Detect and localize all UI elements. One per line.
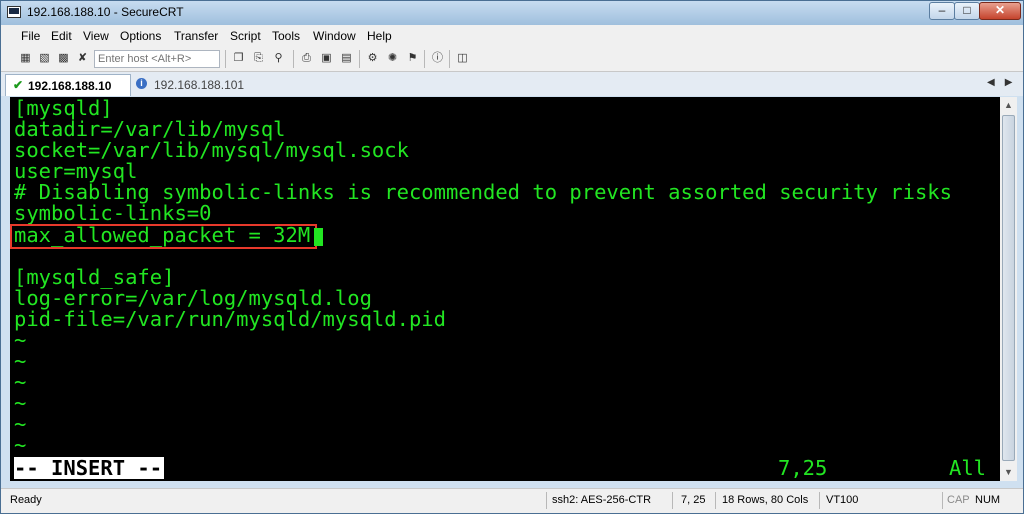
terminal-line: ~ (14, 412, 27, 436)
terminal-line: [mysqld_safe] (14, 265, 175, 289)
toolbar-separator (424, 50, 425, 68)
status-caps: CAP (947, 494, 970, 506)
menu-options[interactable]: Options (120, 29, 161, 43)
terminal-line: # Disabling symbolic-links is recommende… (14, 180, 952, 204)
window-title: 192.168.188.10 - SecureCRT (27, 5, 184, 19)
terminal-line: ~ (14, 391, 27, 415)
scroll-down-icon[interactable]: ▼ (1000, 464, 1017, 481)
status-cipher: ssh2: AES-256-CTR (552, 494, 652, 506)
terminal-line: ~ (14, 349, 27, 373)
status-position: 7, 25 (681, 494, 706, 506)
status-divider (672, 492, 673, 509)
app-window: 192.168.188.10 - SecureCRT – □ ✕ File Ed… (0, 0, 1024, 514)
toolbar-separator (359, 50, 360, 68)
menu-transfer[interactable]: Transfer (174, 29, 218, 43)
tab-label: 192.168.188.101 (154, 78, 245, 92)
tab-label: 192.168.188.10 (28, 79, 112, 93)
log-session-icon[interactable]: ▤ (339, 51, 354, 66)
scroll-up-icon[interactable]: ▲ (1000, 97, 1017, 114)
screen-icon[interactable]: ◫ (455, 51, 470, 66)
menu-file[interactable]: File (21, 29, 40, 43)
terminal-line: ~ (14, 433, 27, 457)
status-num: NUM (975, 494, 1001, 506)
terminal-cursor (314, 228, 323, 246)
connect-tab-icon[interactable]: ▩ (56, 51, 71, 66)
terminal-line: socket=/var/lib/mysql/mysql.sock (14, 138, 409, 162)
disconnect-icon[interactable]: ✘ (75, 51, 90, 66)
print-icon[interactable]: ⎙ (299, 51, 314, 66)
vim-mode-indicator: -- INSERT -- (14, 456, 165, 480)
status-emulation: VT100 (826, 494, 859, 506)
terminal-line: log-error=/var/log/mysqld.log (14, 286, 372, 310)
vim-cursor-position: 7,25 (778, 456, 828, 480)
menu-view[interactable]: View (83, 29, 109, 43)
status-size: 18 Rows, 80 Cols (722, 494, 809, 506)
tab-scroll-arrows-icon[interactable]: ◀▶ (987, 77, 1022, 88)
terminal-line: ~ (14, 328, 27, 352)
terminal-line: symbolic-links=0 (14, 201, 212, 225)
terminal-line: datadir=/var/lib/mysql (14, 117, 286, 141)
terminal-line: pid-file=/var/run/mysqld/mysqld.pid (14, 307, 446, 331)
menu-edit[interactable]: Edit (51, 29, 72, 43)
securecrt-app-icon (7, 6, 21, 18)
connect-icon[interactable]: ▦ (18, 51, 33, 66)
print-setup-icon[interactable]: ▣ (319, 51, 334, 66)
menu-script[interactable]: Script (230, 29, 261, 43)
menu-help[interactable]: Help (367, 29, 392, 43)
copy-icon[interactable]: ❐ (231, 51, 246, 66)
toolbar-separator (225, 50, 226, 68)
check-icon: ✔ (13, 78, 24, 92)
menu-window[interactable]: Window (313, 29, 356, 43)
help-icon[interactable]: ⓘ (430, 51, 445, 66)
highlight-annotation (10, 224, 317, 249)
keymap-icon[interactable]: ⚑ (405, 51, 420, 66)
status-divider (715, 492, 716, 509)
maximize-button[interactable]: □ (954, 2, 980, 20)
quick-connect-icon[interactable]: ▧ (37, 51, 52, 66)
session-tab-bar: ✔ 192.168.188.10 i 192.168.188.101 ◀▶ (1, 72, 1023, 96)
toolbar: ▦ ▧ ▩ ✘ ❐ ⎘ ⚲ ⎙ ▣ ▤ ⚙ ✺ ⚑ ⓘ ◫ (1, 47, 1023, 72)
status-bar: Ready ssh2: AES-256-CTR 7, 25 18 Rows, 8… (1, 488, 1023, 513)
global-options-icon[interactable]: ✺ (385, 51, 400, 66)
paste-icon[interactable]: ⎘ (251, 51, 266, 66)
close-button[interactable]: ✕ (979, 2, 1021, 20)
toolbar-separator (293, 50, 294, 68)
menu-bar: File Edit View Options Transfer Script T… (1, 25, 1023, 47)
terminal-line: user=mysql (14, 159, 138, 183)
terminal-screen[interactable]: [mysqld] datadir=/var/lib/mysql socket=/… (10, 97, 1000, 481)
tab-session-192-168-188-10[interactable]: ✔ 192.168.188.10 (5, 74, 131, 96)
vim-scroll-indicator: All (949, 456, 987, 480)
find-icon[interactable]: ⚲ (271, 51, 286, 66)
status-divider (819, 492, 820, 509)
menu-tools[interactable]: Tools (272, 29, 300, 43)
vertical-scrollbar[interactable]: ▲ ▼ (1000, 97, 1017, 481)
session-options-icon[interactable]: ⚙ (365, 51, 380, 66)
info-icon: i (136, 78, 147, 89)
tab-session-192-168-188-101[interactable]: i 192.168.188.101 (132, 74, 252, 96)
status-divider (942, 492, 943, 509)
host-input[interactable] (94, 50, 220, 68)
status-ready: Ready (10, 494, 42, 506)
scroll-thumb[interactable] (1002, 115, 1015, 461)
terminal-line: [mysqld] (14, 97, 113, 120)
toolbar-separator (449, 50, 450, 68)
title-bar[interactable]: 192.168.188.10 - SecureCRT – □ ✕ (1, 1, 1023, 25)
terminal-line: ~ (14, 370, 27, 394)
status-divider (546, 492, 547, 509)
minimize-button[interactable]: – (929, 2, 955, 20)
